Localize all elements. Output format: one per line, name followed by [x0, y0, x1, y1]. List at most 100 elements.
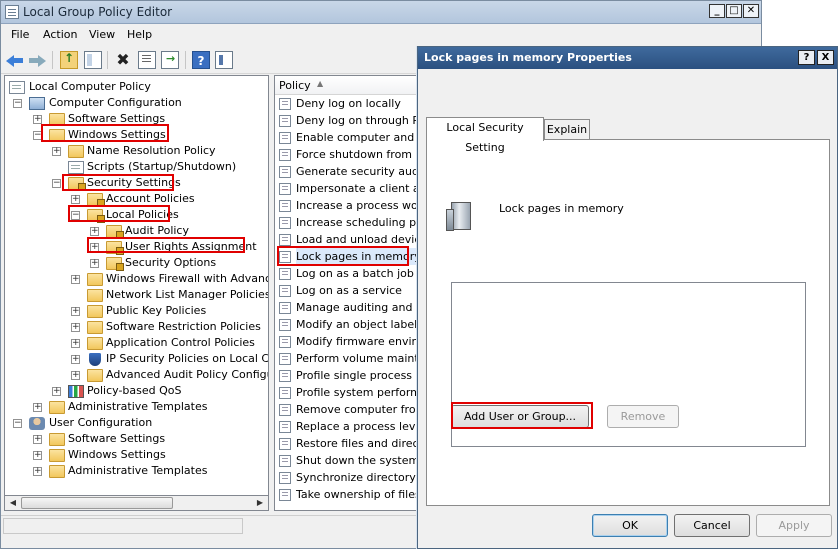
remove-button[interactable]: Remove — [607, 405, 679, 428]
console-tree: Local Computer Policy − Computer Configu… — [4, 75, 269, 511]
main-window-title: Local Group Policy Editor — [23, 5, 173, 19]
expand-icon[interactable]: + — [52, 147, 61, 156]
script-icon — [68, 161, 84, 174]
up-one-level-icon[interactable] — [60, 51, 78, 69]
policy-icon — [279, 370, 291, 382]
expand-icon[interactable]: + — [71, 355, 80, 364]
expand-icon[interactable]: + — [33, 115, 42, 124]
collapse-icon[interactable]: − — [13, 99, 22, 108]
menu-help[interactable]: Help — [127, 28, 152, 41]
expand-icon[interactable]: + — [71, 307, 80, 316]
properties-dialog: Lock pages in memory Properties ? X Loca… — [417, 46, 838, 549]
show-hide-tree-icon[interactable] — [84, 51, 102, 69]
highlight-local-policies — [68, 205, 170, 222]
menu-action[interactable]: Action — [43, 28, 77, 41]
expand-icon[interactable]: + — [71, 339, 80, 348]
dialog-titlebar[interactable]: Lock pages in memory Properties ? X — [418, 47, 837, 69]
policy-icon — [279, 268, 291, 280]
policy-icon — [279, 200, 291, 212]
tab-explain[interactable]: Explain — [544, 119, 590, 141]
tab-local-security-setting[interactable]: Local Security Setting — [426, 117, 544, 154]
collapse-icon[interactable]: − — [13, 419, 22, 428]
expand-icon[interactable]: + — [33, 451, 42, 460]
policy-icon — [279, 353, 291, 365]
policy-icon — [279, 166, 291, 178]
ok-button[interactable]: OK — [592, 514, 668, 537]
expand-icon[interactable]: + — [90, 259, 99, 268]
highlight-windows-settings — [41, 124, 169, 142]
properties-icon[interactable] — [138, 51, 156, 69]
policy-icon — [279, 404, 291, 416]
delete-icon[interactable]: ✖ — [114, 51, 132, 69]
menu-file[interactable]: File — [11, 28, 29, 41]
tab-panel: Lock pages in memory Add User or Group..… — [426, 139, 830, 506]
expand-icon[interactable]: + — [71, 195, 80, 204]
collapse-icon[interactable]: − — [52, 179, 61, 188]
policy-icon — [279, 98, 291, 110]
shield-icon — [89, 353, 101, 366]
policy-name-label: Lock pages in memory — [499, 202, 624, 215]
server-icon — [446, 202, 471, 231]
folder-icon — [68, 145, 84, 158]
toolbar-separator — [185, 51, 186, 69]
menu-view[interactable]: View — [89, 28, 115, 41]
policy-icon — [279, 489, 291, 501]
dialog-close-button[interactable]: X — [817, 50, 834, 65]
export-list-icon[interactable] — [161, 51, 179, 69]
policy-icon — [279, 302, 291, 314]
scrollbar-thumb[interactable] — [21, 497, 173, 509]
policy-icon — [279, 115, 291, 127]
minimize-button[interactable]: _ — [709, 4, 725, 18]
user-icon — [29, 417, 45, 430]
folder-icon — [87, 305, 103, 318]
folder-icon — [49, 449, 65, 462]
policy-icon — [279, 387, 291, 399]
tree-horizontal-scrollbar[interactable]: ◀ ▶ — [4, 495, 269, 511]
expand-icon[interactable]: + — [33, 435, 42, 444]
policy-icon — [279, 438, 291, 450]
policy-icon — [279, 132, 291, 144]
policy-icon — [279, 336, 291, 348]
main-titlebar[interactable]: Local Group Policy Editor _ □ ✕ — [1, 1, 761, 24]
policy-icon — [279, 455, 291, 467]
back-arrow-icon[interactable] — [6, 51, 24, 69]
forward-arrow-icon[interactable] — [28, 51, 46, 69]
expand-icon[interactable]: + — [71, 323, 80, 332]
toolbar-separator — [52, 51, 53, 69]
policy-icon — [279, 217, 291, 229]
expand-icon[interactable]: + — [52, 387, 61, 396]
policy-icon — [279, 319, 291, 331]
expand-icon[interactable]: + — [33, 403, 42, 412]
expand-icon[interactable]: + — [90, 227, 99, 236]
close-button[interactable]: ✕ — [743, 4, 759, 18]
cancel-button[interactable]: Cancel — [674, 514, 750, 537]
scroll-right-icon[interactable]: ▶ — [252, 496, 268, 510]
folder-icon — [87, 321, 103, 334]
show-action-pane-icon[interactable] — [215, 51, 233, 69]
apply-button[interactable]: Apply — [756, 514, 832, 537]
menu-bar: File Action View Help — [1, 24, 761, 46]
expand-icon[interactable]: + — [71, 275, 80, 284]
gpedit-app-icon — [5, 5, 19, 19]
expand-icon[interactable]: + — [33, 467, 42, 476]
policy-column-header[interactable]: Policy ▲ — [275, 76, 419, 95]
document-icon — [9, 81, 25, 94]
policy-icon — [279, 183, 291, 195]
scroll-left-icon[interactable]: ◀ — [5, 496, 21, 510]
help-button[interactable]: ? — [798, 50, 815, 65]
folder-icon — [49, 465, 65, 478]
secure-folder-icon — [106, 257, 124, 271]
expand-icon[interactable]: + — [71, 371, 80, 380]
policy-icon — [279, 234, 291, 246]
help-icon[interactable]: ? — [192, 51, 210, 69]
policy-icon — [279, 149, 291, 161]
dialog-title: Lock pages in memory Properties — [424, 51, 632, 64]
policy-list-pane: Policy ▲ Deny log on locally Deny log on… — [274, 75, 420, 511]
folder-icon — [87, 337, 103, 350]
maximize-button[interactable]: □ — [726, 4, 742, 18]
highlight-add-user-or-group — [451, 402, 593, 429]
chart-icon — [68, 385, 84, 398]
sort-ascending-icon: ▲ — [317, 79, 324, 88]
policy-icon — [279, 472, 291, 484]
computer-icon — [29, 97, 45, 110]
